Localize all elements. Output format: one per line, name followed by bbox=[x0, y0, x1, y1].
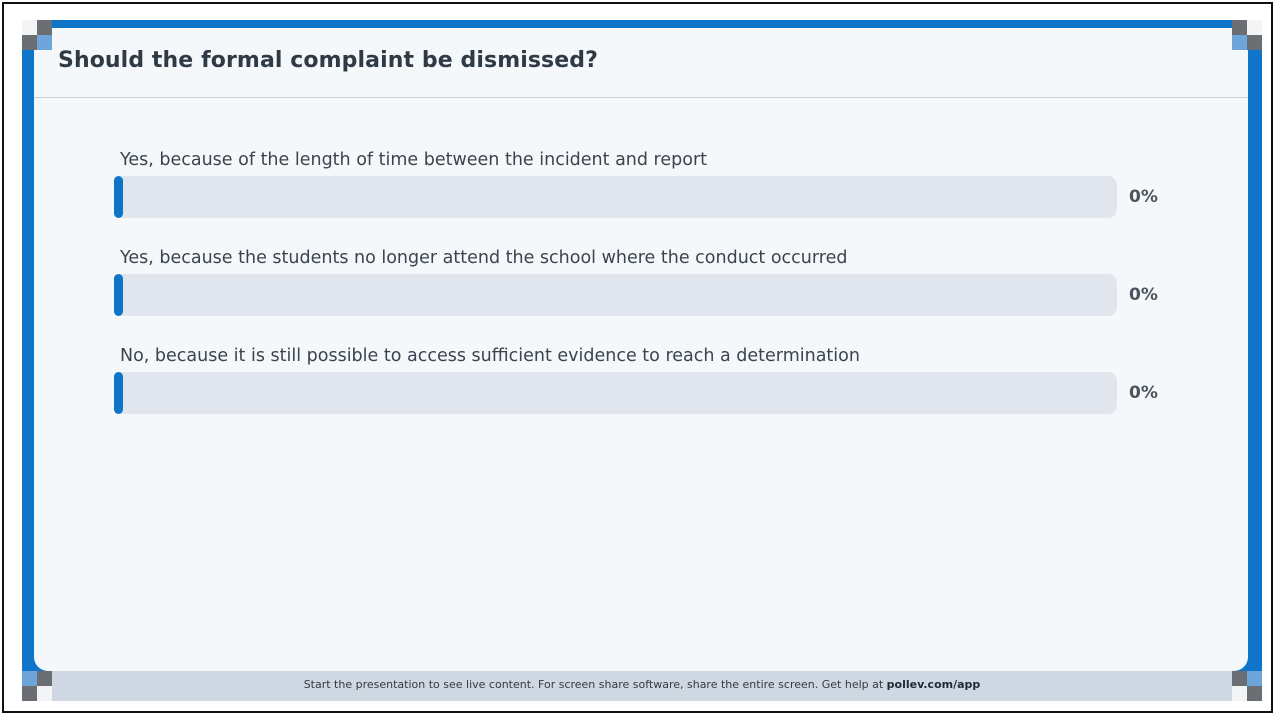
footer-text: Start the presentation to see live conte… bbox=[303, 678, 887, 691]
footer-bar: Start the presentation to see live conte… bbox=[22, 671, 1262, 701]
poll-option-bar bbox=[114, 372, 1117, 414]
poll-option-bar-fill bbox=[114, 176, 123, 218]
poll-option-percent: 0% bbox=[1129, 187, 1158, 207]
poll-option: No, because it is still possible to acce… bbox=[114, 346, 1194, 416]
poll-header: Should the formal complaint be dismissed… bbox=[34, 28, 1248, 98]
help-link[interactable]: pollev.com/app bbox=[887, 678, 981, 691]
poll-option: Yes, because of the length of time betwe… bbox=[114, 150, 1194, 220]
footer-message: Start the presentation to see live conte… bbox=[22, 678, 1262, 691]
poll-question: Should the formal complaint be dismissed… bbox=[58, 48, 598, 73]
poll-option: Yes, because the students no longer atte… bbox=[114, 248, 1194, 318]
corner-marker-icon bbox=[1232, 671, 1262, 701]
poll-option-bar bbox=[114, 176, 1117, 218]
corner-marker-icon bbox=[1232, 20, 1262, 50]
poll-option-percent: 0% bbox=[1129, 383, 1158, 403]
poll-option-label: Yes, because of the length of time betwe… bbox=[120, 150, 708, 170]
corner-marker-icon bbox=[22, 671, 52, 701]
corner-marker-icon bbox=[22, 20, 52, 50]
poll-option-bar-fill bbox=[114, 274, 123, 316]
poll-option-bar-fill bbox=[114, 372, 123, 414]
poll-option-bar bbox=[114, 274, 1117, 316]
poll-option-percent: 0% bbox=[1129, 285, 1158, 305]
poll-option-label: No, because it is still possible to acce… bbox=[120, 346, 860, 366]
poll-panel: Should the formal complaint be dismissed… bbox=[34, 28, 1248, 671]
poll-option-label: Yes, because the students no longer atte… bbox=[120, 248, 848, 268]
